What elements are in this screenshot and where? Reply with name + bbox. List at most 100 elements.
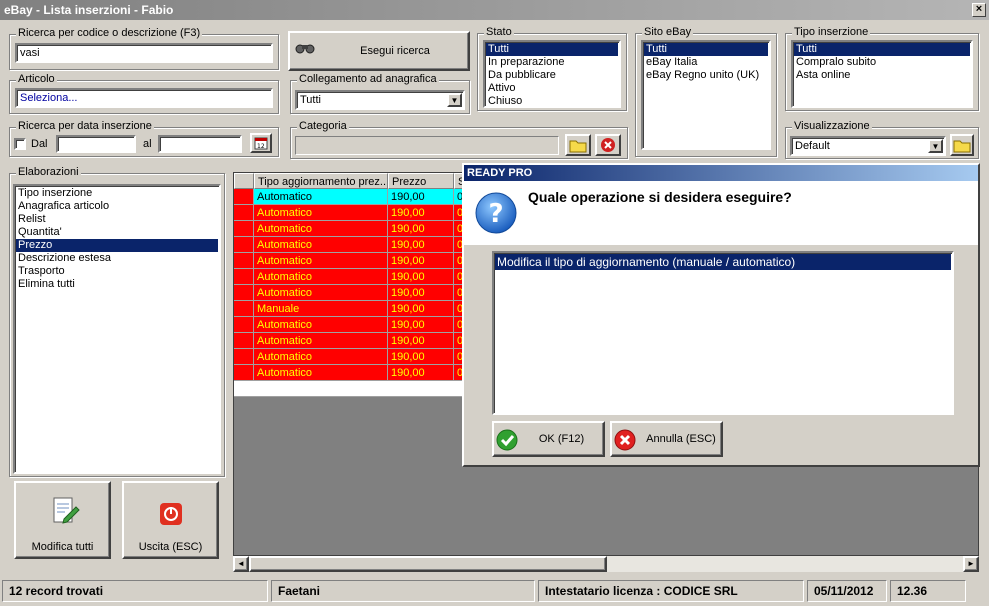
elaborazioni-item[interactable]: Elimina tutti — [16, 278, 218, 291]
visualizzazione-browse-button[interactable] — [950, 134, 974, 156]
elaborazioni-item[interactable]: Tipo inserzione — [16, 187, 218, 200]
articolo-group: Articolo Seleziona... — [9, 73, 279, 114]
tipo-listbox[interactable]: Tutti Compralo subito Asta online — [791, 40, 973, 108]
table-row[interactable]: Automatico 190,00 0 — [234, 317, 472, 333]
cell-prezzo: 190,00 — [388, 189, 454, 205]
collegamento-dropdown[interactable]: Tutti ▼ — [295, 90, 465, 110]
date-from-input[interactable] — [56, 135, 136, 153]
sito-item[interactable]: Tutti — [644, 43, 768, 56]
cell-tipo: Automatico — [254, 317, 388, 333]
elaborazioni-listbox[interactable]: Tipo inserzione Anagrafica articolo Relist… — [13, 184, 221, 474]
delete-icon — [601, 138, 615, 152]
table-row[interactable]: Automatico 190,00 0 — [234, 349, 472, 365]
table-row[interactable]: Automatico 190,00 0 — [234, 205, 472, 221]
table-row[interactable]: Automatico 190,00 0 — [234, 365, 472, 381]
table-row[interactable]: Manuale 190,00 0 — [234, 301, 472, 317]
tipo-item[interactable]: Asta online — [794, 69, 970, 82]
table-row[interactable]: Automatico 190,00 0 — [234, 189, 472, 205]
dialog-title: READY PRO — [467, 167, 533, 179]
cell-tipo: Automatico — [254, 253, 388, 269]
elaborazioni-item[interactable]: Anagrafica articolo — [16, 200, 218, 213]
date-search-label: Ricerca per data inserzione — [16, 120, 154, 132]
tipo-item[interactable]: Compralo subito — [794, 56, 970, 69]
visualizzazione-label: Visualizzazione — [792, 120, 872, 132]
sito-item[interactable]: eBay Italia — [644, 56, 768, 69]
modifica-tutti-button[interactable]: Modifica tutti — [14, 481, 111, 559]
cell-prezzo: 190,00 — [388, 205, 454, 221]
uscita-button[interactable]: Uscita (ESC) — [122, 481, 219, 559]
scroll-right-button[interactable]: ► — [963, 556, 979, 572]
dialog-options-list[interactable]: Modifica il tipo di aggiornamento (manua… — [492, 251, 954, 415]
categoria-clear-button[interactable] — [595, 134, 621, 156]
dialog-option-item[interactable]: Modifica il tipo di aggiornamento (manua… — [495, 254, 951, 270]
categoria-group: Categoria — [290, 120, 628, 159]
date-filter-checkbox[interactable] — [14, 138, 26, 150]
folder-icon — [953, 140, 971, 153]
checkmark-icon — [496, 429, 518, 451]
sito-item[interactable]: eBay Regno unito (UK) — [644, 69, 768, 82]
tipo-item[interactable]: Tutti — [794, 43, 970, 56]
svg-text:?: ? — [488, 199, 503, 229]
calendar-icon: 12 — [254, 137, 268, 150]
dialog-question: Quale operazione si desidera eseguire? — [528, 189, 792, 205]
articolo-select[interactable]: Seleziona... — [15, 88, 273, 108]
grid-header-prezzo[interactable]: Prezzo — [388, 173, 454, 189]
search-button-label: Esegui ricerca — [360, 45, 430, 57]
stato-item[interactable]: Da pubblicare — [486, 69, 618, 82]
search-label: Ricerca per codice o descrizione (F3) — [16, 27, 203, 39]
cancel-icon — [614, 429, 636, 451]
grid-header: Tipo aggiornamento prez... Prezzo S — [234, 173, 472, 189]
question-icon: ? — [475, 192, 517, 234]
grid-horizontal-scrollbar[interactable]: ◄ ► — [233, 556, 979, 572]
stato-item[interactable]: Attivo — [486, 82, 618, 95]
table-row[interactable]: Automatico 190,00 0 — [234, 253, 472, 269]
cell-prezzo: 190,00 — [388, 317, 454, 333]
calendar-button[interactable]: 12 — [250, 133, 272, 153]
date-to-input[interactable] — [158, 135, 242, 153]
visualizzazione-dropdown[interactable]: Default ▼ — [790, 136, 946, 156]
stato-item[interactable]: In preparazione — [486, 56, 618, 69]
date-search-group: Ricerca per data inserzione Dal al 12 — [9, 120, 279, 157]
elaborazioni-item[interactable]: Descrizione estesa — [16, 252, 218, 265]
elaborazioni-item[interactable]: Quantita' — [16, 226, 218, 239]
table-row[interactable]: Automatico 190,00 0 — [234, 221, 472, 237]
chevron-down-icon[interactable]: ▼ — [447, 93, 462, 107]
sito-listbox[interactable]: Tutti eBay Italia eBay Regno unito (UK) — [641, 40, 771, 150]
stato-item[interactable]: Chiuso — [486, 95, 618, 106]
cell-prezzo: 190,00 — [388, 333, 454, 349]
grid-header-tipo[interactable]: Tipo aggiornamento prez... — [254, 173, 388, 189]
search-group: Ricerca per codice o descrizione (F3) va… — [9, 27, 279, 70]
elaborazioni-item[interactable]: Prezzo — [16, 239, 218, 252]
elaborazioni-group: Elaborazioni Tipo inserzione Anagrafica a… — [9, 166, 225, 477]
search-button[interactable]: Esegui ricerca — [288, 31, 470, 71]
stato-item[interactable]: Tutti — [486, 43, 618, 56]
dialog-ok-button[interactable]: OK (F12) — [492, 421, 605, 457]
status-date: 05/11/2012 — [807, 580, 887, 602]
dialog-cancel-button[interactable]: Annulla (ESC) — [610, 421, 723, 457]
table-row[interactable]: Automatico 190,00 0 — [234, 285, 472, 301]
folder-icon — [569, 140, 587, 153]
stato-listbox[interactable]: Tutti In preparazione Da pubblicare Attivo C… — [483, 40, 621, 108]
categoria-browse-button[interactable] — [565, 134, 591, 156]
search-input[interactable]: vasi — [15, 43, 273, 63]
grid-rows: Automatico 190,00 0 Automatico 190,00 0 Automa… — [234, 189, 472, 397]
collegamento-value: Tutti — [300, 94, 321, 106]
date-from-label: Dal — [31, 138, 48, 150]
scroll-left-button[interactable]: ◄ — [233, 556, 249, 572]
row-indicator — [234, 365, 254, 381]
categoria-field[interactable] — [295, 136, 559, 155]
window-close-button[interactable]: × — [972, 3, 986, 17]
cell-prezzo: 190,00 — [388, 301, 454, 317]
table-row[interactable]: Automatico 190,00 0 — [234, 333, 472, 349]
visualizzazione-value: Default — [795, 140, 830, 152]
row-indicator — [234, 301, 254, 317]
table-row[interactable]: Automatico 190,00 0 — [234, 237, 472, 253]
table-row-empty[interactable] — [234, 381, 472, 397]
power-icon — [160, 503, 182, 525]
scroll-thumb[interactable] — [249, 556, 607, 572]
chevron-down-icon[interactable]: ▼ — [928, 139, 943, 153]
elaborazioni-item[interactable]: Trasporto — [16, 265, 218, 278]
table-row[interactable]: Automatico 190,00 0 — [234, 269, 472, 285]
dialog-ok-label: OK (F12) — [538, 433, 585, 445]
elaborazioni-item[interactable]: Relist — [16, 213, 218, 226]
